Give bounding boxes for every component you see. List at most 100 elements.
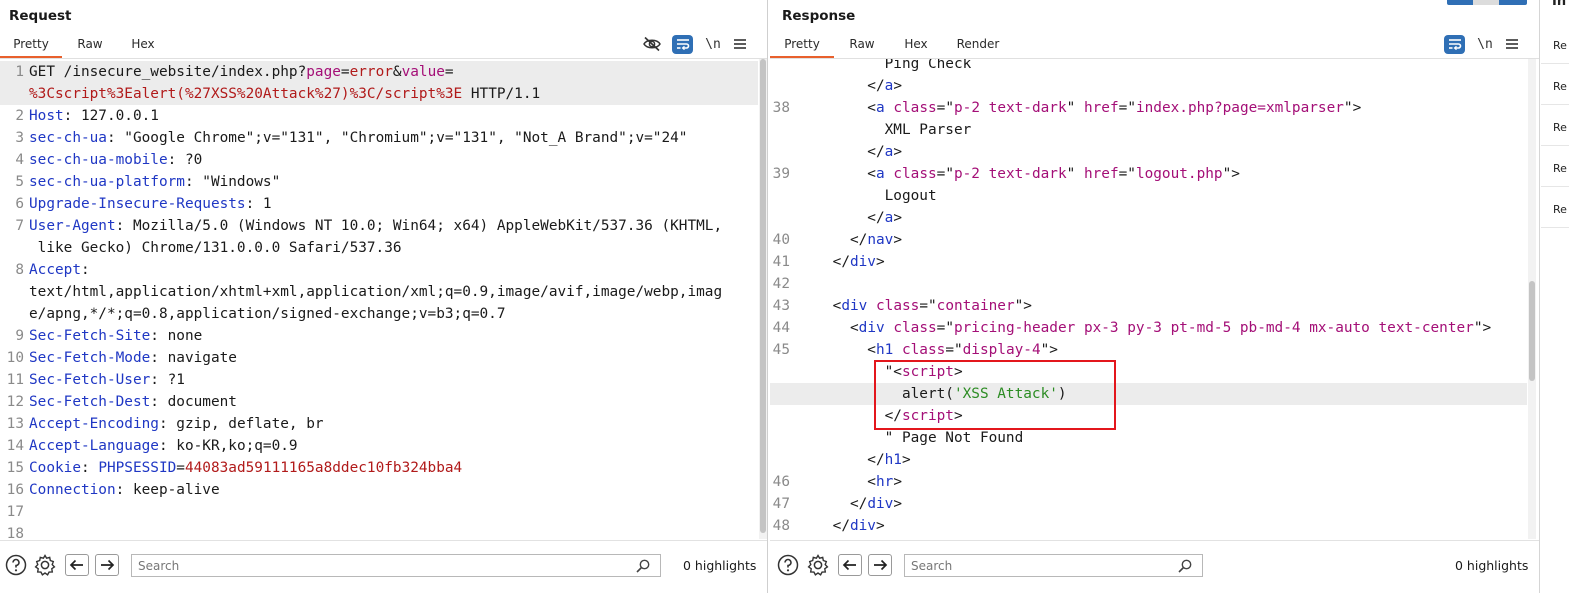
- code-text: <a class="p-2 text-dark" href="index.php…: [798, 97, 1361, 119]
- code-line[interactable]: </a>: [770, 75, 1527, 97]
- code-text: </div>: [798, 493, 902, 515]
- code-token: <: [798, 100, 876, 116]
- code-line[interactable]: e/apng,*/*;q=0.8,application/signed-exch…: [0, 303, 758, 325]
- response-tab-hex[interactable]: Hex: [890, 33, 942, 58]
- side-item[interactable]: Re: [1541, 64, 1569, 105]
- word-wrap-icon[interactable]: [672, 34, 693, 54]
- request-tab-hex[interactable]: Hex: [118, 33, 168, 58]
- request-scrollbar[interactable]: [759, 59, 767, 539]
- code-token: sec-ch-ua: [29, 130, 107, 146]
- side-item[interactable]: Re: [1541, 146, 1569, 187]
- code-line[interactable]: 7 User-Agent: Mozilla/5.0 (Windows NT 10.…: [0, 215, 758, 237]
- help-icon[interactable]: [4, 553, 28, 577]
- code-line[interactable]: 38 <a class="p-2 text-dark" href="index.…: [770, 97, 1527, 119]
- code-line[interactable]: </a>: [770, 141, 1527, 163]
- code-line[interactable]: 39 <a class="p-2 text-dark" href="logout…: [770, 163, 1527, 185]
- response-scrollbar[interactable]: [1528, 59, 1536, 539]
- code-line[interactable]: 4 sec-ch-ua-mobile: ?0: [0, 149, 758, 171]
- code-line[interactable]: 16 Connection: keep-alive: [0, 479, 758, 501]
- menu-icon[interactable]: [1501, 33, 1523, 55]
- code-line[interactable]: text/html,application/xhtml+xml,applicat…: [0, 281, 758, 303]
- code-line[interactable]: 1 GET /insecure_website/index.php?page=er…: [0, 61, 758, 83]
- search-icon[interactable]: [636, 558, 650, 577]
- code-line[interactable]: 40 </nav>: [770, 229, 1527, 251]
- response-tab-render[interactable]: Render: [942, 33, 1014, 58]
- request-editor[interactable]: 1 GET /insecure_website/index.php?page=er…: [0, 59, 758, 539]
- code-line[interactable]: 10 Sec-Fetch-Mode: navigate: [0, 347, 758, 369]
- code-token: ": [1127, 100, 1136, 116]
- code-line[interactable]: </h1>: [770, 449, 1527, 471]
- request-search-input[interactable]: [132, 555, 608, 577]
- code-token: 44083ad59111165a8ddec10fb324bba4: [184, 460, 463, 476]
- code-line[interactable]: 9 Sec-Fetch-Site: none: [0, 325, 758, 347]
- code-token: </: [798, 232, 868, 248]
- line-number: 10: [6, 350, 24, 366]
- code-line[interactable]: %3Cscript%3Ealert(%27XSS%20Attack%27)%3C…: [0, 83, 758, 105]
- hide-nonprintable-icon[interactable]: [641, 33, 663, 55]
- code-token: %3Cscript%3Ealert(%27XSS%20Attack%27)%3C…: [29, 86, 463, 102]
- back-arrow-icon[interactable]: [65, 554, 89, 576]
- request-tabs: Pretty Raw Hex: [0, 33, 168, 58]
- newline-toggle[interactable]: \n: [1474, 33, 1496, 55]
- code-token: Sec-Fetch-Site: [29, 328, 151, 344]
- line-number: 38: [772, 100, 790, 116]
- code-line[interactable]: 15 Cookie: PHPSESSID=44083ad59111165a8dde…: [0, 457, 758, 479]
- request-scroll-thumb[interactable]: [760, 59, 766, 533]
- code-line[interactable]: 42: [770, 273, 1527, 295]
- code-line[interactable]: 43 <div class="container">: [770, 295, 1527, 317]
- code-line[interactable]: Ping Check: [770, 59, 1527, 75]
- code-token: : "Windows": [184, 174, 281, 190]
- newline-toggle[interactable]: \n: [702, 33, 724, 55]
- code-line[interactable]: </a>: [770, 207, 1527, 229]
- code-token: ">: [1473, 320, 1492, 336]
- code-line[interactable]: 41 </div>: [770, 251, 1527, 273]
- word-wrap-icon[interactable]: [1444, 34, 1465, 54]
- code-token: : 1: [245, 196, 272, 212]
- response-search-input[interactable]: [905, 555, 1173, 577]
- request-tab-raw[interactable]: Raw: [62, 33, 118, 58]
- code-line[interactable]: 47 </div>: [770, 493, 1527, 515]
- code-line[interactable]: 14 Accept-Language: ko-KR,ko;q=0.9: [0, 435, 758, 457]
- code-text: </a>: [798, 75, 902, 97]
- side-item[interactable]: Re: [1541, 187, 1569, 228]
- code-line[interactable]: 2 Host: 127.0.0.1: [0, 105, 758, 127]
- code-token: : none: [150, 328, 203, 344]
- code-line[interactable]: " Page Not Found: [770, 427, 1527, 449]
- forward-arrow-icon[interactable]: [95, 554, 119, 576]
- code-line[interactable]: 46 <hr>: [770, 471, 1527, 493]
- line-number: 17: [6, 504, 24, 520]
- top-toggle-segment[interactable]: [1473, 0, 1499, 5]
- forward-arrow-icon[interactable]: [868, 554, 892, 576]
- code-line[interactable]: Logout: [770, 185, 1527, 207]
- code-line[interactable]: 12 Sec-Fetch-Dest: document: [0, 391, 758, 413]
- response-editor[interactable]: Ping Check </a> 38 <a class="p-2 text-dar…: [770, 59, 1527, 539]
- code-token: =": [919, 298, 937, 314]
- code-line[interactable]: 44 <div class="pricing-header px-3 py-3 …: [770, 317, 1527, 339]
- request-tab-pretty[interactable]: Pretty: [0, 33, 62, 58]
- code-line[interactable]: XML Parser: [770, 119, 1527, 141]
- code-line[interactable]: like Gecko) Chrome/131.0.0.0 Safari/537.…: [0, 237, 758, 259]
- code-line[interactable]: 3 sec-ch-ua: "Google Chrome";v="131", "Ch…: [0, 127, 758, 149]
- request-search-box: [131, 554, 661, 577]
- settings-gear-icon[interactable]: [806, 553, 830, 577]
- code-line[interactable]: 5 sec-ch-ua-platform: "Windows": [0, 171, 758, 193]
- settings-gear-icon[interactable]: [33, 553, 57, 577]
- code-line[interactable]: 17: [0, 501, 758, 523]
- code-line[interactable]: 48 </div>: [770, 515, 1527, 537]
- back-arrow-icon[interactable]: [838, 554, 862, 576]
- help-icon[interactable]: [776, 553, 800, 577]
- side-item[interactable]: Re: [1541, 23, 1569, 64]
- menu-icon[interactable]: [729, 33, 751, 55]
- code-line[interactable]: 11 Sec-Fetch-User: ?1: [0, 369, 758, 391]
- code-line[interactable]: 45 <h1 class="display-4">: [770, 339, 1527, 361]
- code-line[interactable]: 6 Upgrade-Insecure-Requests: 1: [0, 193, 758, 215]
- code-line[interactable]: 8 Accept:: [0, 259, 758, 281]
- line-number: 18: [6, 526, 24, 539]
- response-tab-raw[interactable]: Raw: [834, 33, 890, 58]
- code-line[interactable]: 18: [0, 523, 758, 539]
- code-line[interactable]: 13 Accept-Encoding: gzip, deflate, br: [0, 413, 758, 435]
- search-icon[interactable]: [1178, 558, 1192, 577]
- response-scroll-thumb[interactable]: [1529, 281, 1535, 381]
- response-tab-pretty[interactable]: Pretty: [770, 33, 834, 58]
- side-item[interactable]: Re: [1541, 105, 1569, 146]
